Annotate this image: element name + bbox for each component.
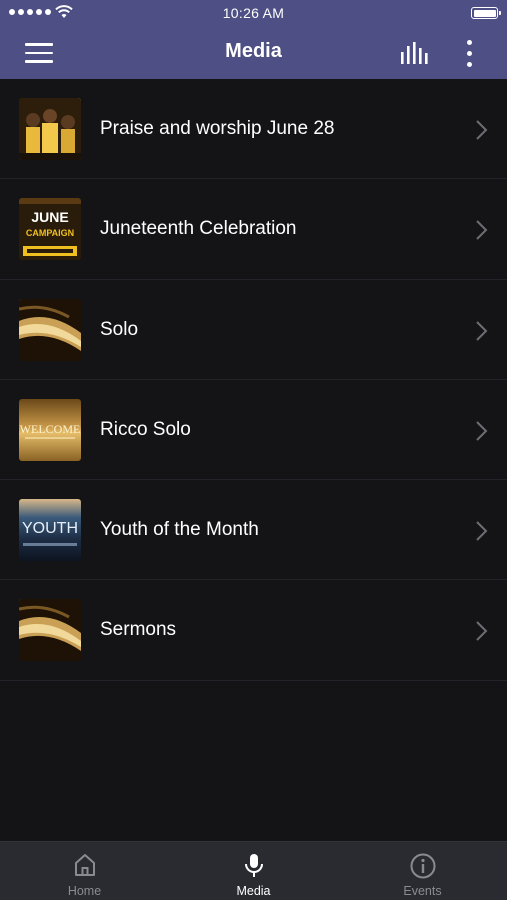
chevron-right-icon	[476, 320, 488, 341]
chevron-right-icon	[476, 220, 488, 241]
welcome-banner-thumbnail: WELCOME	[19, 398, 81, 461]
chevron-right-icon	[476, 421, 488, 441]
media-title: Youth of the Month	[100, 519, 259, 541]
info-icon	[410, 853, 435, 879]
nav-bar: Media	[0, 28, 507, 79]
app-screen: 10:26 AM Media Praise and worship June 2…	[0, 0, 507, 900]
media-list-item[interactable]: Praise and worship June 28	[0, 79, 507, 180]
choir-photo-thumbnail	[19, 98, 81, 160]
tab-events[interactable]: Events	[338, 842, 507, 900]
microphone-icon	[244, 854, 263, 877]
media-title: Sermons	[100, 619, 177, 641]
tab-label: Home	[67, 884, 102, 898]
tab-home[interactable]: Home	[0, 842, 169, 900]
tab-bar: Home Media Events	[0, 841, 507, 900]
tab-media[interactable]: Media	[169, 842, 338, 900]
youth-thumb-text: YOUTH	[22, 520, 78, 537]
audio-bars-icon[interactable]	[399, 40, 429, 66]
media-list-item[interactable]: Solo	[0, 279, 507, 380]
media-title: Juneteenth Celebration	[100, 218, 297, 240]
media-title: Ricco Solo	[100, 418, 191, 440]
home-icon	[74, 854, 95, 876]
tab-label: Events	[403, 884, 442, 898]
welcome-thumb-text: WELCOME	[20, 422, 81, 436]
media-list-item[interactable]: JUNE CAMPAIGN Juneteenth Celebration	[0, 179, 507, 280]
more-options-icon[interactable]	[460, 38, 478, 68]
campaign-thumb-text: CAMPAIGN	[26, 228, 74, 238]
media-title: Praise and worship June 28	[100, 118, 335, 139]
chevron-right-icon	[476, 120, 488, 140]
chevron-right-icon	[476, 521, 488, 541]
media-list: Praise and worship June 28 JUNE CAMPAIGN…	[0, 79, 507, 681]
chevron-right-icon	[476, 621, 488, 642]
media-title: Solo	[100, 318, 139, 340]
open-bible-thumbnail	[19, 599, 81, 662]
tab-label: Media	[236, 884, 271, 898]
page-title: Media	[225, 40, 282, 62]
battery-icon	[471, 7, 501, 19]
media-list-item[interactable]: Sermons	[0, 580, 507, 681]
header: 10:26 AM Media	[0, 0, 507, 79]
media-list-item[interactable]: YOUTH Youth of the Month	[0, 480, 507, 581]
status-time: 10:26 AM	[222, 5, 285, 21]
open-bible-thumbnail	[19, 298, 81, 361]
june-campaign-thumbnail: JUNE CAMPAIGN	[19, 198, 81, 261]
media-list-item[interactable]: WELCOME Ricco Solo	[0, 379, 507, 481]
june-thumb-text: JUNE	[31, 209, 68, 225]
status-bar: 10:26 AM	[0, 0, 507, 28]
youth-banner-thumbnail: YOUTH	[19, 499, 81, 562]
